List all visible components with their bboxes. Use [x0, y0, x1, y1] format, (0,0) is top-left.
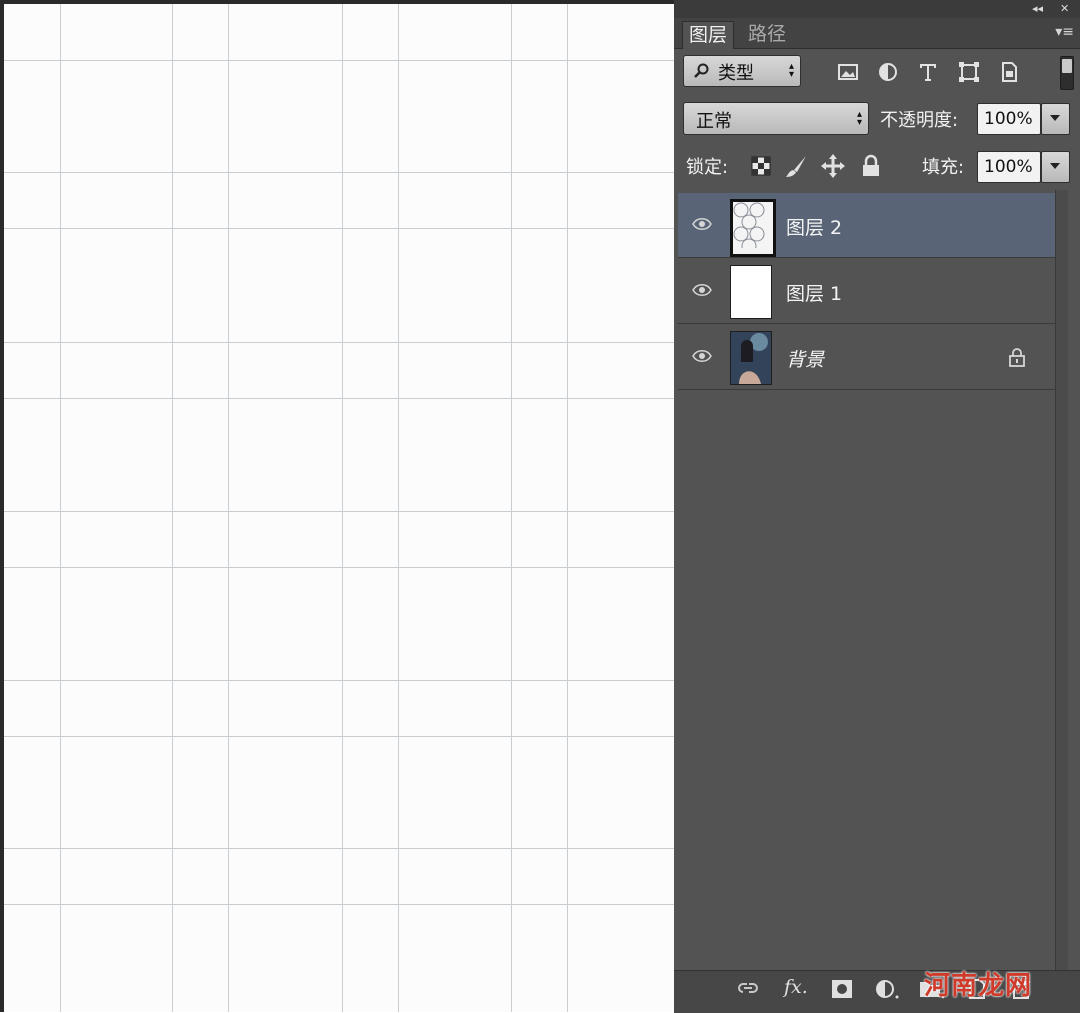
eye-icon[interactable] — [692, 283, 712, 297]
layer-row-background[interactable]: 背景 — [678, 325, 1055, 390]
collapse-panel-button[interactable]: ◂◂ — [1032, 0, 1043, 18]
opacity-label: 不透明度: — [880, 110, 959, 131]
watermark-text: 河南龙网 — [924, 971, 1033, 1001]
layer-thumbnail — [730, 331, 772, 385]
fx-icon[interactable]: fx. — [784, 976, 808, 998]
layer-row-layer2[interactable]: 图层 2 — [678, 193, 1055, 258]
layers-scrollbar[interactable] — [1055, 190, 1068, 970]
grid-line-vertical — [172, 4, 173, 1012]
layer-name: 背景 — [786, 349, 825, 371]
filter-type-select[interactable]: 类型 ▴ ▾ — [683, 55, 801, 87]
layer-thumbnail — [730, 265, 772, 319]
grid-line-horizontal — [4, 342, 674, 343]
grid-line-horizontal — [4, 567, 674, 568]
grid-line-vertical — [567, 4, 568, 1012]
spinner-icon: ▴ ▾ — [856, 108, 862, 128]
opacity-value: 100% — [984, 109, 1033, 129]
blend-mode-select[interactable]: 正常 ▴ ▾ — [683, 102, 869, 135]
layer-thumbnail — [730, 199, 776, 257]
blend-mode-label: 正常 — [696, 111, 732, 132]
grid-line-vertical — [511, 4, 512, 1012]
filter-type-label: 类型 — [718, 63, 754, 84]
photo-thumbnail-icon — [731, 332, 771, 384]
image-filter-icon[interactable] — [836, 60, 860, 84]
layer-name: 图层 2 — [786, 217, 843, 239]
layers-panel: ◂◂ ✕ 图层 路径 ▾≡ 类型 ▴ ▾ 正常 ▴ ▾ 不透明度: 100% 锁定:… — [674, 0, 1080, 1013]
eye-icon[interactable] — [692, 349, 712, 363]
lock-label: 锁定: — [686, 157, 729, 178]
grid-line-horizontal — [4, 680, 674, 681]
close-panel-button[interactable]: ✕ — [1060, 0, 1069, 18]
grid-line-horizontal — [4, 511, 674, 512]
fill-value: 100% — [984, 157, 1033, 177]
grid-line-horizontal — [4, 904, 674, 905]
lock-paint-icon[interactable] — [784, 153, 810, 179]
opacity-dropdown-button[interactable] — [1041, 103, 1070, 135]
canvas-top-border — [0, 0, 674, 4]
opacity-input[interactable]: 100% — [977, 103, 1041, 135]
chevron-down-icon — [1050, 115, 1060, 121]
canvas-left-border — [0, 0, 4, 1012]
grid-line-horizontal — [4, 228, 674, 229]
grid-line-horizontal — [4, 736, 674, 737]
adjustment-icon[interactable] — [874, 978, 900, 1000]
filter-toggle-switch[interactable] — [1060, 56, 1074, 90]
grid-line-horizontal — [4, 848, 674, 849]
chevron-down-icon — [1050, 163, 1060, 169]
layer-name: 图层 1 — [786, 283, 843, 305]
lock-all-icon[interactable] — [858, 153, 884, 179]
link-icon[interactable] — [736, 978, 760, 998]
panel-tabs: 图层 路径 — [674, 18, 1080, 49]
type-filter-icon[interactable] — [916, 60, 940, 84]
pattern-thumbnail-icon — [733, 202, 765, 254]
document-canvas[interactable] — [0, 0, 674, 1012]
shape-filter-icon[interactable] — [957, 60, 981, 84]
grid-line-vertical — [342, 4, 343, 1012]
tab-paths[interactable]: 路径 — [742, 21, 792, 48]
eye-icon[interactable] — [692, 217, 712, 231]
lock-transparent-icon[interactable] — [748, 153, 774, 179]
layer-row-layer1[interactable]: 图层 1 — [678, 259, 1055, 324]
grid-line-horizontal — [4, 172, 674, 173]
panel-title-strip: ◂◂ ✕ — [674, 0, 1080, 18]
panel-menu-icon[interactable]: ▾≡ — [1055, 24, 1074, 40]
search-icon — [694, 63, 709, 78]
grid-line-vertical — [398, 4, 399, 1012]
adjustment-filter-icon[interactable] — [876, 60, 900, 84]
lock-position-icon[interactable] — [820, 153, 846, 179]
fill-dropdown-button[interactable] — [1041, 151, 1070, 183]
fill-input[interactable]: 100% — [977, 151, 1041, 183]
tab-layers[interactable]: 图层 — [682, 21, 735, 49]
grid-line-horizontal — [4, 398, 674, 399]
grid-line-vertical — [228, 4, 229, 1012]
grid-line-horizontal — [4, 60, 674, 61]
mask-icon[interactable] — [830, 978, 854, 1000]
grid-line-vertical — [60, 4, 61, 1012]
smart-object-filter-icon[interactable] — [997, 60, 1021, 84]
fill-label: 填充: — [922, 157, 965, 178]
lock-icon — [1009, 348, 1025, 367]
spinner-icon: ▴ ▾ — [788, 61, 794, 80]
